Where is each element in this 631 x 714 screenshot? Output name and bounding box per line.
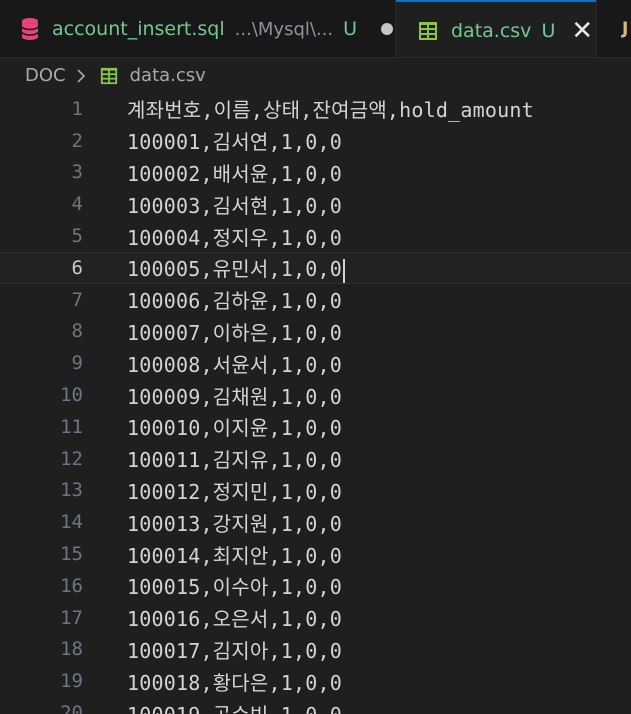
git-status-badge: U xyxy=(343,18,358,40)
code-line[interactable]: 3 100002,배서윤,1,0,0 xyxy=(0,157,631,189)
git-status-badge: U xyxy=(541,19,556,42)
code-line[interactable]: 4 100003,김서현,1,0,0 xyxy=(0,188,631,220)
database-icon xyxy=(21,18,39,40)
tab-account-insert-sql[interactable]: account_insert.sql ...\Mysql\... U xyxy=(0,0,396,57)
code-line[interactable]: 2 100001,김서연,1,0,0 xyxy=(0,125,631,157)
line-text[interactable]: 100007,이하은,1,0,0 xyxy=(127,317,342,346)
line-text[interactable]: 100008,서윤서,1,0,0 xyxy=(127,349,342,378)
line-text[interactable]: 100016,오은서,1,0,0 xyxy=(127,603,342,632)
line-text[interactable]: 100003,김서현,1,0,0 xyxy=(127,190,342,219)
breadcrumb-folder[interactable]: DOC xyxy=(25,65,66,86)
line-number: 11 xyxy=(60,415,83,438)
line-number: 18 xyxy=(60,638,83,661)
tab-data-csv[interactable]: data.csv U ✕ xyxy=(396,0,596,57)
code-line[interactable]: 6 100005,유민서,1,0,0 xyxy=(0,251,631,284)
line-text[interactable]: 100015,이수아,1,0,0 xyxy=(127,571,342,600)
code-line[interactable]: 10 100009,김채원,1,0,0 xyxy=(0,379,631,411)
line-number: 13 xyxy=(60,479,83,502)
code-line[interactable]: 5 100004,정지우,1,0,0 xyxy=(0,220,631,252)
tab-label: data.csv xyxy=(451,19,532,42)
line-number: 19 xyxy=(60,670,83,693)
code-line[interactable]: 20 100019,공수빈,1,0,0 xyxy=(0,697,631,714)
code-line[interactable]: 17 100016,오은서,1,0,0 xyxy=(0,602,631,634)
tab-bar: account_insert.sql ...\Mysql\... U data.… xyxy=(0,0,631,58)
table-icon xyxy=(100,67,117,84)
chevron-right-icon xyxy=(77,68,85,83)
line-number: 7 xyxy=(71,288,83,311)
line-text[interactable]: 100001,김서연,1,0,0 xyxy=(127,126,342,155)
code-line[interactable]: 11 100010,이지윤,1,0,0 xyxy=(0,411,631,443)
tab-js-file[interactable]: J xyxy=(596,0,631,57)
editor-window: account_insert.sql ...\Mysql\... U data.… xyxy=(0,0,631,714)
code-line[interactable]: 16 100015,이수아,1,0,0 xyxy=(0,570,631,602)
line-number: 17 xyxy=(60,606,83,629)
line-number: 1 xyxy=(71,97,83,120)
line-number: 6 xyxy=(71,256,83,279)
unsaved-dot-icon[interactable] xyxy=(381,23,394,35)
js-file-icon: J xyxy=(622,19,629,39)
code-line[interactable]: 9 100008,서윤서,1,0,0 xyxy=(0,347,631,379)
line-number: 15 xyxy=(60,543,83,566)
table-icon xyxy=(419,21,437,40)
tab-path: ...\Mysql\... xyxy=(234,18,334,40)
text-cursor xyxy=(342,258,345,283)
line-number: 10 xyxy=(60,384,83,407)
breadcrumb: DOC data.csv xyxy=(0,58,631,93)
close-icon[interactable]: ✕ xyxy=(571,18,593,44)
code-line[interactable]: 15 100014,최지안,1,0,0 xyxy=(0,538,631,570)
line-number: 12 xyxy=(60,447,83,470)
code-line[interactable]: 19 100018,황다은,1,0,0 xyxy=(0,665,631,697)
line-number: 8 xyxy=(71,320,83,343)
code-line[interactable]: 8 100007,이하은,1,0,0 xyxy=(0,316,631,348)
line-text[interactable]: 100018,황다은,1,0,0 xyxy=(127,667,342,696)
line-number: 9 xyxy=(71,352,83,375)
code-editor[interactable]: 1 계좌번호,이름,상태,잔여금액,hold_amount 2 100001,김서연,… xyxy=(0,93,631,714)
tab-label: account_insert.sql xyxy=(52,18,225,40)
line-number: 4 xyxy=(71,193,83,216)
line-number: 14 xyxy=(60,511,83,534)
line-text[interactable]: 100006,김하윤,1,0,0 xyxy=(127,285,342,314)
line-text[interactable]: 100014,최지안,1,0,0 xyxy=(127,540,342,569)
line-number: 5 xyxy=(71,225,83,248)
line-text[interactable]: 100005,유민서,1,0,0 xyxy=(127,253,345,283)
code-line[interactable]: 14 100013,강지원,1,0,0 xyxy=(0,506,631,538)
line-text[interactable]: 100009,김채원,1,0,0 xyxy=(127,381,342,410)
breadcrumb-file[interactable]: data.csv xyxy=(130,65,206,86)
line-number: 3 xyxy=(71,161,83,184)
line-text[interactable]: 100019,공수빈,1,0,0 xyxy=(127,699,342,714)
line-text[interactable]: 100017,김지아,1,0,0 xyxy=(127,635,342,664)
code-line[interactable]: 12 100011,김지유,1,0,0 xyxy=(0,443,631,475)
code-line[interactable]: 1 계좌번호,이름,상태,잔여금액,hold_amount xyxy=(0,93,631,125)
line-text[interactable]: 100012,정지민,1,0,0 xyxy=(127,476,342,505)
line-text[interactable]: 100011,김지유,1,0,0 xyxy=(127,444,342,473)
line-text[interactable]: 100010,이지윤,1,0,0 xyxy=(127,412,342,441)
code-line[interactable]: 13 100012,정지민,1,0,0 xyxy=(0,475,631,507)
line-text[interactable]: 100004,정지우,1,0,0 xyxy=(127,222,342,251)
line-number: 20 xyxy=(60,702,83,714)
line-text[interactable]: 100002,배서윤,1,0,0 xyxy=(127,158,342,187)
line-number: 2 xyxy=(71,129,83,152)
code-line[interactable]: 7 100006,김하윤,1,0,0 xyxy=(0,284,631,316)
line-text[interactable]: 100013,강지원,1,0,0 xyxy=(127,508,342,537)
line-number: 16 xyxy=(60,574,83,597)
code-line[interactable]: 18 100017,김지아,1,0,0 xyxy=(0,634,631,666)
line-text[interactable]: 계좌번호,이름,상태,잔여금액,hold_amount xyxy=(127,94,534,123)
